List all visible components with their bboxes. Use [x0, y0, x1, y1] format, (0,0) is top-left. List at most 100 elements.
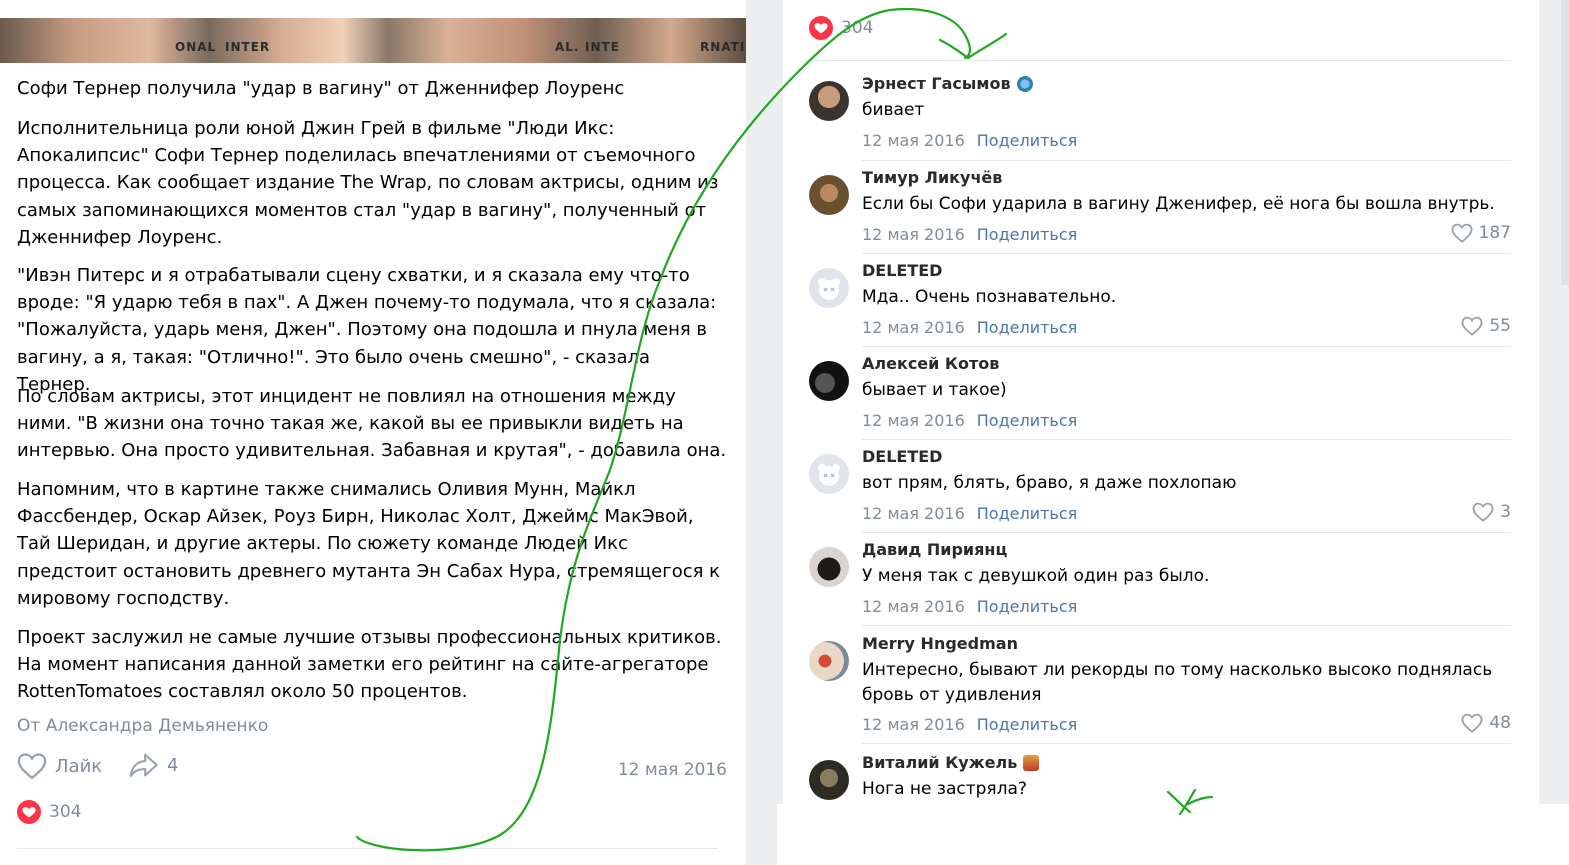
comment-author[interactable]: Давид Пириянц [862, 540, 1007, 559]
divider [862, 625, 1511, 626]
comment-author-name: Тимур Ликучёв [862, 168, 1003, 187]
comment-like-button[interactable]: 187 [1451, 223, 1511, 243]
comment-meta: 12 мая 2016 Поделиться [862, 411, 1077, 430]
comment-author-name: DELETED [862, 261, 943, 280]
divider [862, 160, 1511, 161]
divider [862, 439, 1511, 440]
comment-text: бывает и такое) [862, 380, 1007, 400]
photo-text: RNATIO [700, 40, 746, 54]
footer-area [777, 804, 1569, 865]
comment-author-name: Алексей Котов [862, 354, 1000, 373]
post-paragraph: Исполнительница роли юной Джин Грей в фи… [17, 118, 719, 248]
share-count: 4 [167, 754, 179, 776]
comment-text: вот прям, блять, браво, я даже похлопаю [862, 473, 1237, 493]
comment-author[interactable]: Эрнест Гасымов [862, 74, 1033, 93]
scrollbar[interactable] [1561, 0, 1569, 285]
comment-share-link[interactable]: Поделиться [977, 504, 1078, 523]
post-date[interactable]: 12 мая 2016 [618, 760, 727, 780]
comments-panel: 304 Эрнест Гасымов бивает 12 мая 2016 По… [783, 0, 1539, 804]
comment-author-name: Давид Пириянц [862, 540, 1008, 559]
comment-like-count: 55 [1489, 316, 1511, 336]
comment-date[interactable]: 12 мая 2016 [862, 131, 965, 150]
comment-share-link[interactable]: Поделиться [977, 715, 1078, 734]
heart-outline-icon [1472, 502, 1494, 522]
comment-share-link[interactable]: Поделиться [977, 411, 1078, 430]
comment-share-link[interactable]: Поделиться [977, 131, 1078, 150]
comment-text: Мда.. Очень познавательно. [862, 287, 1117, 307]
comment-like-count: 48 [1489, 713, 1511, 733]
post-paragraph: По словам актрисы, этот инцидент не повл… [17, 386, 727, 462]
divider [809, 60, 1511, 61]
comment-date[interactable]: 12 мая 2016 [862, 715, 965, 734]
post-paragraph: Напомним, что в картине также снимались … [17, 479, 721, 609]
comment-text: У меня так с девушкой один раз было. [862, 566, 1210, 586]
share-arrow-icon [129, 753, 158, 777]
comment-share-link[interactable]: Поделиться [977, 318, 1078, 337]
comment-like-count: 3 [1500, 502, 1511, 522]
top-likes-summary[interactable]: 304 [809, 16, 873, 40]
heart-filled-icon [809, 16, 833, 40]
divider [862, 532, 1511, 533]
avatar[interactable] [809, 175, 849, 215]
comment-meta: 12 мая 2016 Поделиться [862, 225, 1077, 244]
comment-text: Интересно, бывают ли рекорды по тому нас… [862, 660, 1493, 705]
comment-author-name: Виталий Кужель [862, 753, 1018, 772]
comment-author[interactable]: Тимур Ликучёв [862, 168, 1002, 187]
photo-text: INTE [585, 40, 620, 54]
avatar[interactable] [809, 547, 849, 587]
comment-text: Если бы Софи ударила в вагину Дженифер, … [862, 194, 1495, 214]
heart-outline-icon [1451, 223, 1473, 243]
comment-author-name: DELETED [862, 447, 943, 466]
comment-author-name: Merry Hngedman [862, 634, 1018, 653]
like-button[interactable]: Лайк [17, 752, 102, 780]
like-label: Лайк [55, 755, 103, 777]
post-likes-count: 304 [49, 802, 82, 822]
comment-author[interactable]: Алексей Котов [862, 354, 999, 373]
divider [862, 253, 1511, 254]
heart-outline-icon [1461, 713, 1483, 733]
comment-like-count: 187 [1478, 223, 1511, 243]
comment-author[interactable]: Виталий Кужель [862, 753, 1040, 772]
post-actions: Лайк 4 12 мая 2016 [17, 752, 727, 786]
comment-date[interactable]: 12 мая 2016 [862, 225, 965, 244]
user-badge-icon [1016, 75, 1033, 92]
post-likes-summary[interactable]: 304 [17, 800, 81, 824]
comment-date[interactable]: 12 мая 2016 [862, 597, 965, 616]
share-button[interactable]: 4 [129, 752, 178, 778]
comment-author[interactable]: Merry Hngedman [862, 634, 1018, 653]
post-paragraph: Проект заслужил не самые лучшие отзывы п… [17, 627, 722, 703]
comment-text: бивает [862, 100, 925, 120]
heart-outline-icon [17, 753, 47, 780]
avatar[interactable] [809, 361, 849, 401]
top-likes-count: 304 [841, 18, 874, 38]
avatar[interactable] [809, 760, 849, 800]
comment-text: Нога не застряла? [862, 779, 1027, 799]
comment-like-button[interactable]: 55 [1461, 316, 1511, 336]
heart-outline-icon [1461, 316, 1483, 336]
comment-author: DELETED [862, 447, 942, 466]
comment-meta: 12 мая 2016 Поделиться [862, 131, 1077, 150]
divider [862, 743, 1511, 744]
comment-share-link[interactable]: Поделиться [977, 597, 1078, 616]
deleted-avatar-icon[interactable] [809, 454, 849, 494]
comment-date[interactable]: 12 мая 2016 [862, 504, 965, 523]
deleted-avatar-icon[interactable] [809, 268, 849, 308]
divider [862, 346, 1511, 347]
comment-like-button[interactable]: 48 [1461, 713, 1511, 733]
post-author-link[interactable]: От Александра Демьяненко [17, 716, 268, 736]
comment-date[interactable]: 12 мая 2016 [862, 411, 965, 430]
photo-text: ONAL [175, 40, 217, 54]
avatar[interactable] [809, 641, 849, 681]
photo-text: INTER [225, 40, 271, 54]
comment-like-button[interactable]: 3 [1472, 502, 1511, 522]
user-badge-icon [1023, 754, 1040, 771]
comment-author: DELETED [862, 261, 942, 280]
comment-share-link[interactable]: Поделиться [977, 225, 1078, 244]
post-paragraph: "Ивэн Питерс и я отрабатывали сцену схва… [17, 265, 717, 395]
post-title: Софи Тернер получила "удар в вагину" от … [17, 78, 625, 99]
comment-date[interactable]: 12 мая 2016 [862, 318, 965, 337]
post-photo[interactable]: ONAL INTER AL. INTE RNATIO [0, 18, 746, 63]
post-card: ONAL INTER AL. INTE RNATIO Софи Тернер п… [0, 0, 746, 865]
avatar[interactable] [809, 81, 849, 121]
comment-meta: 12 мая 2016 Поделиться [862, 504, 1077, 523]
